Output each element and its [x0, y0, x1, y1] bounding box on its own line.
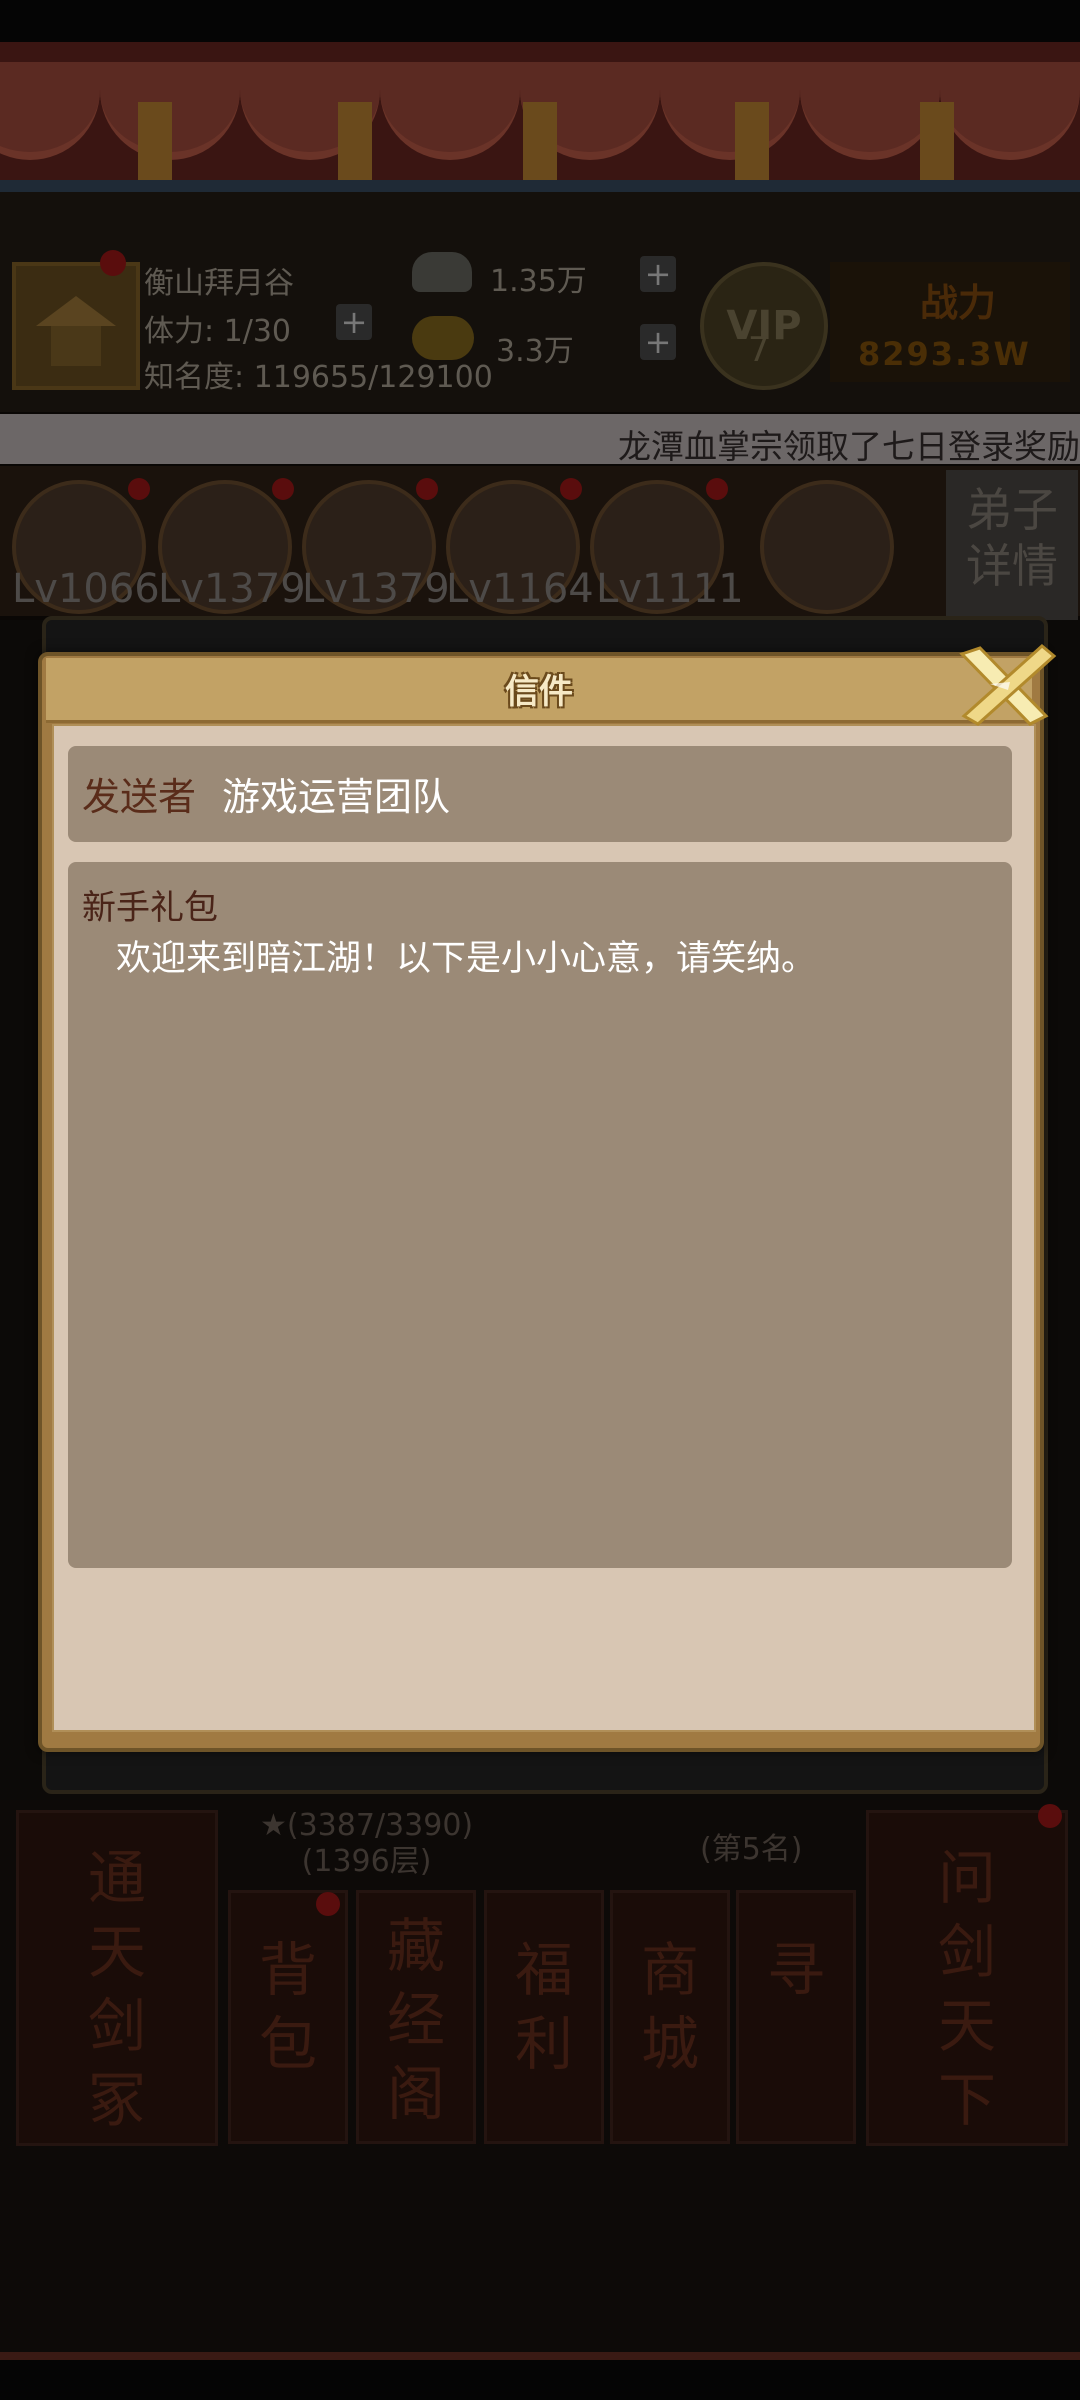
- vip-badge[interactable]: VIP: [700, 262, 828, 390]
- sender-row: [68, 746, 1012, 842]
- notification-dot: [316, 1892, 340, 1916]
- disciple-level: Lv1379: [158, 566, 306, 612]
- letter-subject: 新手礼包: [82, 888, 218, 928]
- vip-level: 7: [748, 330, 770, 370]
- close-x-icon: [959, 644, 1057, 726]
- power-value: 8293.3W: [858, 335, 1031, 373]
- notification-dot: [100, 250, 126, 276]
- notification-dot: [272, 478, 294, 500]
- seek-label: 寻: [766, 1936, 825, 2004]
- stamina-text: 体力: 1/30: [144, 314, 292, 349]
- power-label: 战力: [920, 281, 997, 325]
- letter-body-text: 欢迎来到暗江湖！以下是小小心意，请笑纳。: [116, 939, 817, 979]
- backpack-button[interactable]: 背包: [228, 1890, 348, 2144]
- shop-button[interactable]: 商城: [610, 1890, 730, 2144]
- scripture-pavilion-label: 藏经阁: [386, 1912, 445, 2128]
- gold-coins-icon: [412, 316, 474, 360]
- roof-awning: [0, 42, 1080, 192]
- seek-button[interactable]: 寻: [736, 1890, 856, 2144]
- add-silver-button[interactable]: +: [640, 256, 676, 292]
- navigation-bar: [0, 2360, 1080, 2400]
- welfare-button[interactable]: 福利: [484, 1890, 604, 2144]
- sender-label: 发送者: [82, 775, 197, 819]
- announcement-ticker: 龙潭血掌宗领取了七日登录奖励: [0, 414, 1080, 464]
- notification-dot: [416, 478, 438, 500]
- disciple-level: Lv1164: [446, 566, 594, 612]
- disciple-level: Lv1379: [302, 566, 450, 612]
- welfare-label: 福利: [514, 1936, 573, 2078]
- wenjian-tianxia-card[interactable]: 问剑天下: [866, 1810, 1068, 2146]
- star-progress: ★(3387/3390) (1396层): [260, 1808, 473, 1880]
- floor-text: (1396层): [301, 1844, 432, 1879]
- close-button[interactable]: [950, 640, 1060, 730]
- add-stamina-button[interactable]: +: [336, 304, 372, 340]
- disciple-level: Lv1111: [596, 566, 744, 612]
- notification-dot: [1038, 1804, 1062, 1828]
- disciple-portrait[interactable]: [760, 480, 894, 614]
- sect-avatar[interactable]: [12, 262, 140, 390]
- notification-dot: [706, 478, 728, 500]
- notification-dot: [128, 478, 150, 500]
- silver-amount: 1.35万: [490, 264, 587, 299]
- star-progress-text: ★(3387/3390): [260, 1808, 474, 1843]
- silver-ingot-icon: [412, 252, 472, 292]
- notification-dot: [560, 478, 582, 500]
- disciple-level: Lv1066: [12, 566, 160, 612]
- scripture-pavilion-button[interactable]: 藏经阁: [356, 1890, 476, 2144]
- status-bar: [0, 0, 1080, 42]
- shop-label: 商城: [640, 1936, 699, 2078]
- backpack-label: 背包: [258, 1936, 317, 2078]
- bottom-border: [0, 2352, 1080, 2360]
- sender-value: 游戏运营团队: [222, 775, 451, 819]
- rank-text: (第5名): [700, 1832, 803, 1867]
- disciple-detail-label: 弟子详情: [966, 483, 1058, 593]
- ticker-text: 龙潭血掌宗领取了七日登录奖励: [618, 427, 1080, 464]
- pavilion-icon: [36, 296, 116, 366]
- add-gold-button[interactable]: +: [640, 324, 676, 360]
- gold-amount: 3.3万: [496, 334, 574, 369]
- dialog-title: 信件: [505, 672, 573, 712]
- disciple-detail-button[interactable]: 弟子详情: [946, 470, 1078, 620]
- sect-name: 衡山拜月谷: [144, 266, 294, 301]
- right-card-label: 问剑天下: [937, 1844, 996, 2134]
- left-card-label: 通天剑冢: [87, 1844, 146, 2134]
- tongtian-sword-tomb-card[interactable]: 通天剑冢: [16, 1810, 218, 2146]
